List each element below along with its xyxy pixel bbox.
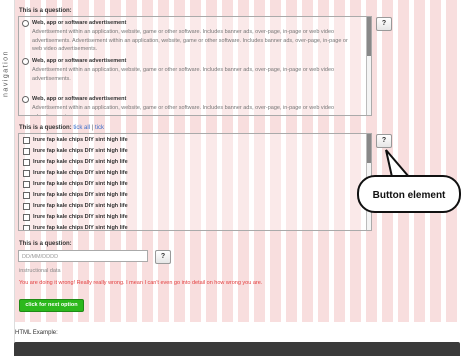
option-title: Web, app or software advertisement (32, 96, 127, 102)
help-button[interactable]: ? (376, 17, 392, 31)
button-element-callout: Button element (357, 175, 461, 213)
checkbox[interactable] (23, 192, 30, 199)
checkbox[interactable] (23, 170, 30, 177)
checkbox[interactable] (23, 137, 30, 144)
radio-list[interactable]: Web, app or software advertisement Adver… (18, 16, 372, 116)
checkbox-label: Irure fap kale chips DIY sint high life (33, 137, 128, 143)
date-input[interactable]: DD/MM/DDDD (18, 250, 148, 262)
help-button[interactable]: ? (155, 250, 171, 264)
link-separator: | (91, 125, 94, 131)
question-text: This is a question: (19, 125, 72, 131)
checkbox-label: Irure fap kale chips DIY sint high life (33, 170, 128, 176)
checkbox-label: Irure fap kale chips DIY sint high life (33, 225, 128, 231)
tick-all-link[interactable]: tick all (73, 125, 90, 131)
html-example-heading: HTML Example: (15, 330, 58, 336)
checkbox-label: Irure fap kale chips DIY sint high life (33, 214, 128, 220)
callout-pointer (385, 149, 410, 178)
checkbox[interactable] (23, 148, 30, 155)
radio-button[interactable] (22, 96, 29, 103)
option-description: Advertisement within an application, web… (32, 67, 335, 82)
next-option-button[interactable]: click for next option (19, 299, 84, 312)
checkbox[interactable] (23, 159, 30, 166)
checkbox[interactable] (23, 181, 30, 188)
option-description: Advertisement within an application, web… (32, 29, 348, 52)
option-title: Web, app or software advertisement (32, 58, 127, 64)
error-message: You are doing it wrong! Really really wr… (19, 280, 263, 286)
checkbox-label: Irure fap kale chips DIY sint high life (33, 192, 128, 198)
code-block (14, 342, 460, 356)
radio-button[interactable] (22, 58, 29, 65)
radio-button[interactable] (22, 20, 29, 27)
scrollbar[interactable] (366, 17, 371, 115)
help-button[interactable]: ? (376, 134, 392, 148)
checkbox-label: Irure fap kale chips DIY sint high life (33, 159, 128, 165)
checkbox-label: Irure fap kale chips DIY sint high life (33, 181, 128, 187)
main-content: This is a question: Web, app or software… (0, 0, 474, 356)
checkbox[interactable] (23, 214, 30, 221)
checkbox-list[interactable]: Irure fap kale chips DIY sint high life … (18, 133, 372, 231)
scrollbar-thumb[interactable] (367, 134, 371, 163)
question-1-label: This is a question: (19, 8, 72, 14)
instructional-hint: instructional data (19, 268, 61, 274)
option-title: Web, app or software advertisement (32, 20, 127, 26)
checkbox[interactable] (23, 203, 30, 210)
checkbox[interactable] (23, 225, 30, 230)
option-description: Advertisement within an application, web… (32, 105, 335, 115)
question-2-label: This is a question: tick all | tick (19, 125, 104, 131)
scrollbar-thumb[interactable] (367, 17, 371, 57)
checkbox-label: Irure fap kale chips DIY sint high life (33, 148, 128, 154)
checkbox-label: Irure fap kale chips DIY sint high life (33, 203, 128, 209)
tick-link[interactable]: tick (95, 125, 104, 131)
question-3-label: This is a question: (19, 241, 72, 247)
